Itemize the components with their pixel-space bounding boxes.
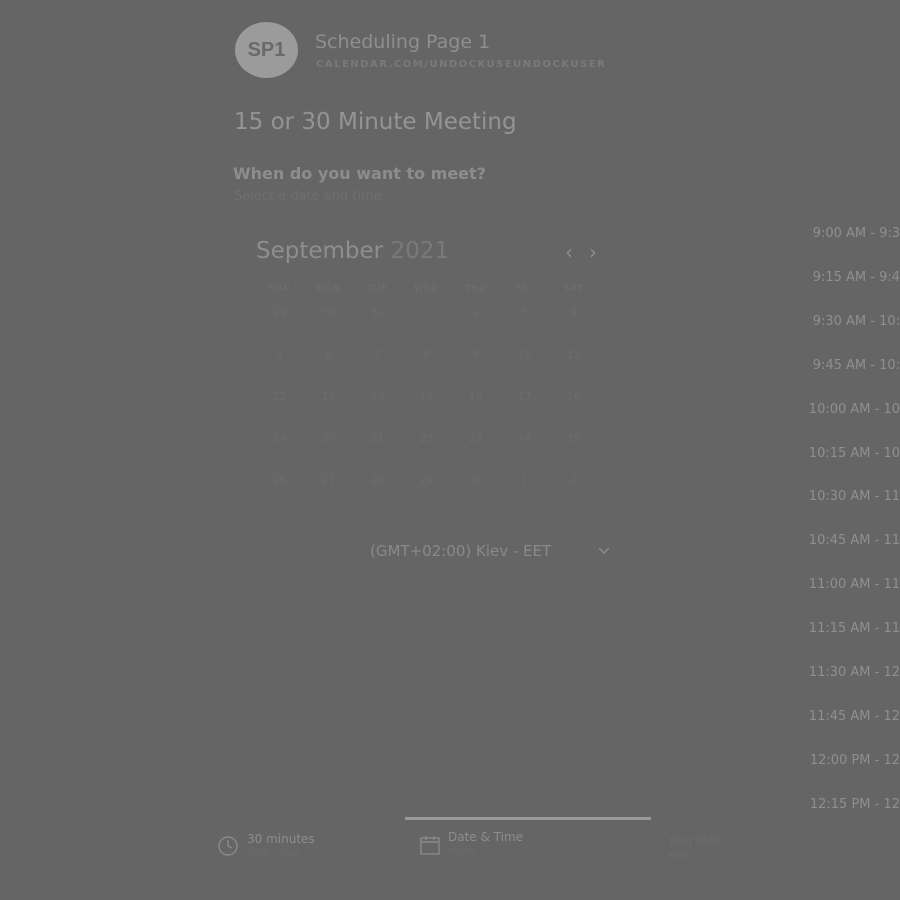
calendar-day[interactable]: 6 xyxy=(304,334,353,376)
when-heading: When do you want to meet? xyxy=(233,164,486,183)
calendar-day[interactable]: 1 xyxy=(500,460,549,502)
scheduling-page-name: Scheduling Page 1 xyxy=(315,31,491,53)
time-slot-button[interactable]: 11:45 AM - 12 xyxy=(809,705,900,749)
calendar-grid: SUN MON TUE WED THU FRI SAT 29 30 31 1 2 3 4 5 6… xyxy=(255,284,598,502)
calendar-day[interactable]: 12 xyxy=(255,376,304,418)
calendar-day[interactable]: 25 xyxy=(549,418,598,460)
time-slot-button[interactable]: 10:00 AM - 10 xyxy=(809,398,900,442)
time-slot-button[interactable]: 9:30 AM - 10: xyxy=(813,310,900,354)
step-title: Date & Time xyxy=(448,830,524,844)
next-month-button[interactable]: › xyxy=(589,240,597,264)
calendar-day[interactable]: 28 xyxy=(353,460,402,502)
calendar-day[interactable]: 30 xyxy=(451,460,500,502)
when-instruction: Select a date and time xyxy=(234,189,382,204)
step-title: 30 minutes xyxy=(247,832,315,846)
time-slot-button[interactable]: 9:45 AM - 10: xyxy=(813,354,900,398)
calendar-weeks: 29 30 31 1 2 3 4 5 6 7 8 9 10 11 12 13 14 15 16 17 18 19 20 21 2… xyxy=(255,292,598,502)
calendar-day[interactable]: 24 xyxy=(500,418,549,460)
calendar-day[interactable]: 1 xyxy=(402,292,451,334)
calendar-week-row: 26 27 28 29 30 1 2 xyxy=(255,460,598,502)
time-slot-button[interactable]: 11:15 AM - 11 xyxy=(809,617,900,661)
month-title: September 2021 xyxy=(256,238,449,264)
avatar: SP1 xyxy=(235,22,298,78)
time-slot-button[interactable]: 12:00 PM - 12 xyxy=(810,749,900,793)
calendar-day[interactable]: 16 xyxy=(451,376,500,418)
calendar-day[interactable]: 30 xyxy=(304,292,353,334)
calendar-day[interactable]: 22 xyxy=(402,418,451,460)
previous-month-button[interactable]: ‹ xyxy=(565,240,573,264)
step-subtitle: WHEN xyxy=(448,847,477,856)
calendar-day[interactable]: 19 xyxy=(255,418,304,460)
calendar-day[interactable]: 26 xyxy=(255,460,304,502)
calendar-week-row: 5 6 7 8 9 10 11 xyxy=(255,334,598,376)
timezone-select[interactable]: (GMT+02:00) Kiev - EET xyxy=(370,542,551,560)
calendar-day[interactable]: 8 xyxy=(402,334,451,376)
calendar-day[interactable]: 9 xyxy=(451,334,500,376)
calendar-day[interactable]: 18 xyxy=(549,376,598,418)
calendar-day[interactable]: 15 xyxy=(402,376,451,418)
step-your-info[interactable]: Your Info WHO xyxy=(668,834,720,860)
calendar-day[interactable]: 3 xyxy=(500,292,549,334)
step-duration[interactable]: 30 minutes HOW LONG xyxy=(247,832,315,858)
calendar-day[interactable]: 2 xyxy=(549,460,598,502)
calendar-day[interactable]: 29 xyxy=(255,292,304,334)
calendar-day[interactable]: 14 xyxy=(353,376,402,418)
calendar-day[interactable]: 21 xyxy=(353,418,402,460)
time-slot-button[interactable]: 11:00 AM - 11 xyxy=(809,573,900,617)
clock-icon xyxy=(218,836,238,856)
progress-indicator xyxy=(405,817,651,820)
calendar-day[interactable]: 23 xyxy=(451,418,500,460)
calendar-day[interactable]: 27 xyxy=(304,460,353,502)
month-name: September xyxy=(256,238,384,264)
calendar-day[interactable]: 11 xyxy=(549,334,598,376)
step-date-time[interactable]: Date & Time WHEN xyxy=(448,830,523,856)
calendar-day[interactable]: 7 xyxy=(353,334,402,376)
calendar-day[interactable]: 2 xyxy=(451,292,500,334)
calendar-icon xyxy=(420,836,440,855)
time-slot-button[interactable]: 9:00 AM - 9:3 xyxy=(813,222,900,266)
step-subtitle: HOW LONG xyxy=(247,849,301,858)
time-slot-button[interactable]: 10:30 AM - 11 xyxy=(809,485,900,529)
calendar-day[interactable]: 13 xyxy=(304,376,353,418)
step-title: Your Info xyxy=(668,834,721,848)
calendar-week-row: 29 30 31 1 2 3 4 xyxy=(255,292,598,334)
calendar-week-row: 12 13 14 15 16 17 18 xyxy=(255,376,598,418)
calendar-day[interactable]: 10 xyxy=(500,334,549,376)
step-subtitle: WHO xyxy=(668,851,692,860)
year-label: 2021 xyxy=(390,238,449,264)
scheduling-page-url[interactable]: CALENDAR.COM/UNDOCKUSEUNDOCKUSER xyxy=(316,59,606,70)
calendar-day[interactable]: 31 xyxy=(353,292,402,334)
chevron-down-icon[interactable] xyxy=(597,544,611,558)
meeting-title: 15 or 30 Minute Meeting xyxy=(234,109,517,135)
time-slot-button[interactable]: 10:45 AM - 11 xyxy=(809,529,900,573)
calendar-day[interactable]: 4 xyxy=(549,292,598,334)
calendar-day[interactable]: 20 xyxy=(304,418,353,460)
time-slot-button[interactable]: 10:15 AM - 10 xyxy=(809,442,900,486)
time-slot-button[interactable]: 12:15 PM - 12 xyxy=(810,793,900,837)
time-slot-button[interactable]: 9:15 AM - 9:4 xyxy=(813,266,900,310)
calendar-day[interactable]: 17 xyxy=(500,376,549,418)
calendar-week-row: 19 20 21 22 23 24 25 xyxy=(255,418,598,460)
time-slot-button[interactable]: 11:30 AM - 12 xyxy=(809,661,900,705)
calendar-day[interactable]: 5 xyxy=(255,334,304,376)
calendar-day[interactable]: 29 xyxy=(402,460,451,502)
